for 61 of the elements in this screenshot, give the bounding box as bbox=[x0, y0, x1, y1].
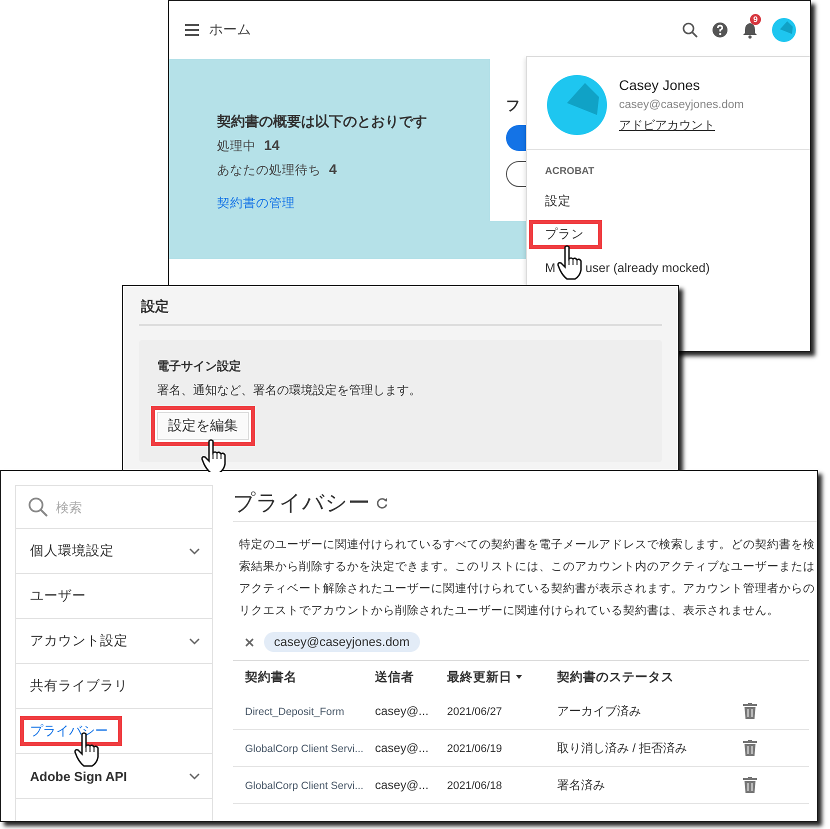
summary-heading: 契約書の概要は以下のとおりです bbox=[217, 113, 427, 131]
nav-item[interactable]: Adobe Sign API bbox=[30, 768, 128, 784]
avatar-icon bbox=[547, 75, 607, 135]
search-field[interactable]: 検索 bbox=[54, 498, 178, 516]
table-cell: アーカイブ済み bbox=[557, 704, 641, 718]
table-cell: 取り消し済み / 拒否済み bbox=[557, 740, 688, 754]
table-cell[interactable]: GlobalCorp Client Servi... bbox=[245, 743, 364, 755]
menu-item[interactable]: M bbox=[545, 260, 556, 274]
menu-item[interactable]: user (already mocked) bbox=[585, 260, 710, 274]
help-icon[interactable] bbox=[712, 22, 728, 38]
column-header[interactable]: 契約書のステータス bbox=[557, 668, 674, 686]
nav-item[interactable]: 共有ライブラリ bbox=[30, 677, 128, 695]
table-cell[interactable]: GlobalCorp Client Servi... bbox=[245, 780, 364, 792]
email-filter-chip: casey@caseyjones.dom bbox=[264, 632, 420, 652]
table-cell: 2021/06/27 bbox=[447, 706, 502, 718]
page-title: ホーム bbox=[209, 21, 251, 39]
menu-item[interactable]: プラン bbox=[545, 226, 584, 243]
sort-icon[interactable] bbox=[516, 675, 522, 679]
table-cell: casey@... bbox=[375, 741, 429, 755]
section-heading: ACROBAT bbox=[544, 165, 596, 179]
table-cell: casey@... bbox=[375, 778, 429, 792]
refresh-icon[interactable] bbox=[376, 497, 388, 509]
description-text: 特定のユーザーに関連付けられているすべての契約書を電子メールアドレスで検索します。どの契約書を検索結果から削除するかを決定できます。このリストには、このアカウント内のアクティブなユーザーまたはアクティベート解除されたユーザーに関連付けられている契約書が表示されます。アカウント管理者からのリクエストでアカウントから削除されたユーザーに関連付けられている契約書は、表示されません。 bbox=[238, 537, 815, 619]
table-cell: casey@... bbox=[375, 704, 429, 718]
section-description: 署名、通知など、署名の環境設定を管理します。 bbox=[157, 382, 422, 399]
chevron-icon[interactable] bbox=[189, 638, 200, 644]
table-cell[interactable]: Direct_Deposit_Form bbox=[245, 706, 344, 718]
card-heading: フ bbox=[506, 97, 521, 115]
table-cell: 2021/06/18 bbox=[447, 780, 502, 792]
column-header[interactable]: 最終更新日 bbox=[447, 668, 512, 686]
user-name: Casey Jones bbox=[619, 77, 701, 93]
table-cell: 2021/06/19 bbox=[447, 743, 502, 755]
nav-item[interactable]: アカウント設定 bbox=[30, 632, 128, 650]
close-icon[interactable] bbox=[245, 638, 254, 646]
account-link[interactable]: アドビアカウント bbox=[619, 117, 744, 134]
stat-label: 処理中 bbox=[217, 138, 256, 155]
window-title: 設定 bbox=[139, 286, 662, 326]
trash-icon[interactable] bbox=[743, 740, 757, 756]
trash-icon[interactable] bbox=[743, 703, 757, 719]
table-cell: 署名済み bbox=[557, 778, 605, 792]
stat-value: 14 bbox=[264, 137, 280, 153]
edit-settings-button[interactable]: 設定を編集 bbox=[157, 412, 249, 440]
user-email: casey@caseyjones.dom bbox=[619, 99, 744, 111]
stat-value: 4 bbox=[329, 161, 337, 177]
column-header[interactable]: 契約書名 bbox=[245, 668, 297, 686]
column-header[interactable]: 送信者 bbox=[375, 668, 414, 686]
nav-item[interactable]: ユーザー bbox=[30, 587, 86, 605]
stat-label: あなたの処理待ち bbox=[217, 162, 321, 179]
notification-badge: 9 bbox=[750, 14, 761, 24]
search-icon[interactable] bbox=[682, 22, 698, 38]
section-heading: 電子サイン設定 bbox=[157, 358, 242, 375]
trash-icon[interactable] bbox=[743, 777, 757, 793]
menu-icon[interactable] bbox=[185, 24, 199, 36]
chevron-icon[interactable] bbox=[189, 772, 200, 780]
page-title: プライバシー bbox=[233, 489, 370, 517]
search-icon bbox=[28, 497, 48, 517]
chevron-icon[interactable] bbox=[189, 548, 200, 554]
menu-item[interactable]: 設定 bbox=[545, 193, 571, 210]
nav-item[interactable]: 個人環境設定 bbox=[30, 542, 114, 560]
avatar-icon[interactable] bbox=[772, 18, 796, 42]
bell-icon[interactable] bbox=[742, 22, 758, 38]
